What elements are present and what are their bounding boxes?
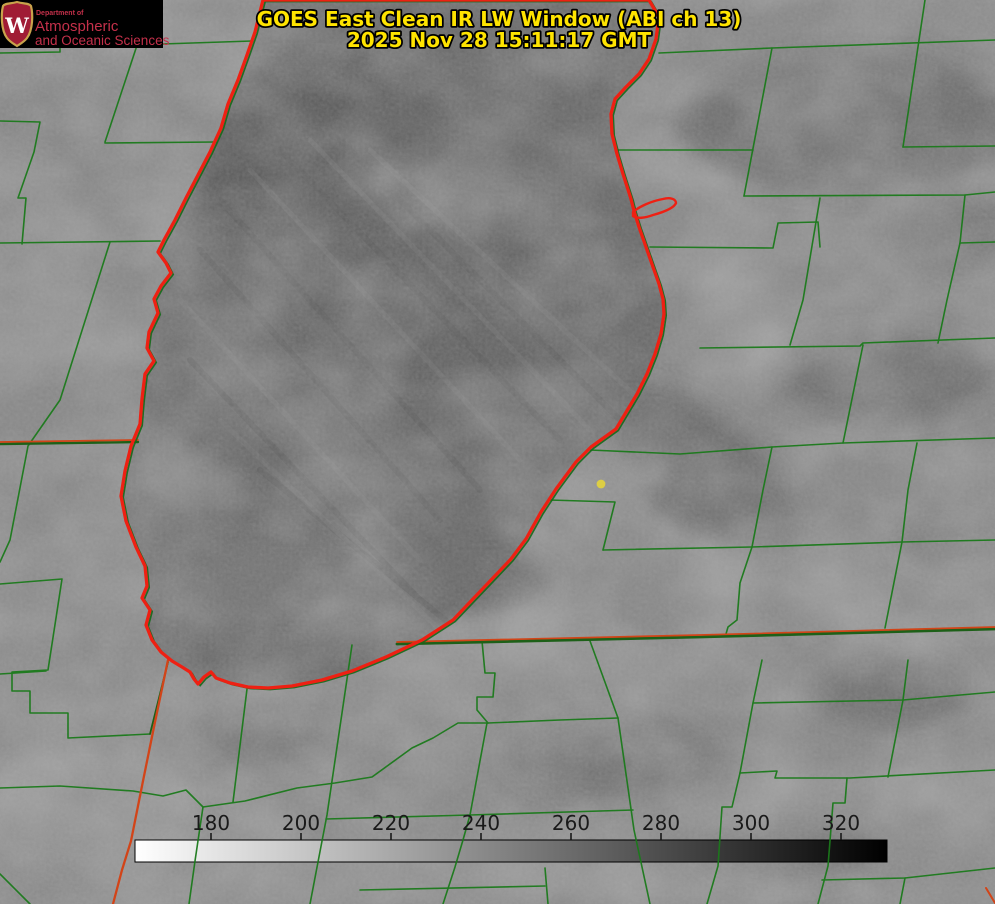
colorbar-label: 180: [192, 811, 230, 835]
crest-letter: W: [4, 13, 29, 38]
colorbar: [134, 839, 888, 863]
goes-satellite-viewer: 180 200 220 240 260 280 300 320 GOES Eas…: [0, 0, 995, 904]
colorbar-label: 300: [732, 811, 770, 835]
colorbar-label: 280: [642, 811, 680, 835]
logo-name-line-2: and Oceanic Sciences: [35, 33, 170, 48]
colorbar-label: 240: [462, 811, 500, 835]
colorbar-label: 200: [282, 811, 320, 835]
logo-dept-line: Department of: [36, 10, 84, 17]
satellite-map: 180 200 220 240 260 280 300 320 GOES Eas…: [0, 0, 995, 904]
uw-aos-logo[interactable]: W Department of Atmospheric and Oceanic …: [0, 0, 170, 48]
ir-texture-grain: [0, 0, 995, 904]
colorbar-label: 320: [822, 811, 860, 835]
location-marker-dot: [596, 479, 606, 489]
colorbar-label: 220: [372, 811, 410, 835]
title-line-2: 2025 Nov 28 15:11:17 GMT: [347, 28, 652, 52]
colorbar-label: 260: [552, 811, 590, 835]
